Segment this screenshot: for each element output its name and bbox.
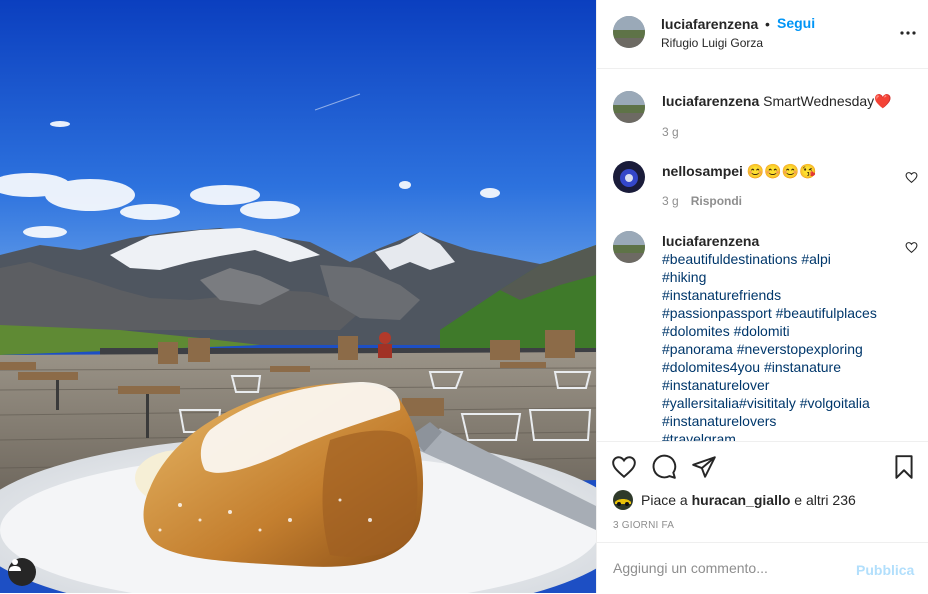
more-dots-icon[interactable]: [899, 24, 917, 42]
hashtag-line[interactable]: #beautifuldestinations #alpi: [662, 250, 904, 268]
comment-avatar[interactable]: [613, 231, 645, 263]
comment-time[interactable]: 3 g: [662, 194, 679, 208]
hashtag-line[interactable]: #instanaturefriends: [662, 286, 904, 304]
comment-item: nellosampei 😊😊😊😘 3 g Rispondi: [597, 161, 928, 211]
comment-time[interactable]: 3 g: [662, 125, 679, 139]
hashtag-line[interactable]: #yallersitalia#visititaly #volgoitalia: [662, 394, 904, 412]
comment-text: luciafarenzena SmartWednesday❤️: [662, 92, 902, 110]
bookmark-icon[interactable]: [891, 454, 917, 480]
hashtag-line[interactable]: #travelgram: [662, 430, 904, 441]
heart-icon[interactable]: [611, 454, 637, 480]
comment-heart-icon[interactable]: [905, 171, 918, 184]
likes-summary: Piace a huracan_giallo e altri 236: [613, 489, 856, 511]
comment-username[interactable]: nellosampei: [662, 163, 743, 179]
comment-input[interactable]: [613, 560, 843, 576]
hashtag-line[interactable]: #passionpassport #beautifulplaces: [662, 304, 904, 322]
user-icon: [9, 559, 21, 571]
comment-username[interactable]: luciafarenzena: [662, 93, 759, 109]
post-photo[interactable]: [0, 0, 596, 593]
user-tag-button[interactable]: [8, 558, 36, 586]
comments-list[interactable]: luciafarenzena SmartWednesday❤️ 3 g nell: [597, 69, 928, 441]
comment-body: SmartWednesday: [763, 93, 875, 109]
comment-text: luciafarenzena #beautifuldestinations #a…: [662, 232, 904, 441]
post-footer: Piace a huracan_giallo e altri 236 3 GIO…: [597, 441, 928, 593]
comment-heart-icon[interactable]: [905, 241, 918, 254]
comment-body: 😊😊😊😘: [746, 163, 817, 179]
hashtag-line[interactable]: #dolomites4you #instanature: [662, 358, 904, 376]
comment-bubble-icon[interactable]: [651, 454, 677, 480]
publish-button[interactable]: Pubblica: [856, 562, 914, 578]
likes-suffix[interactable]: e altri 236: [794, 492, 855, 508]
likes-text: Piace a huracan_giallo e altri 236: [641, 492, 856, 508]
comment-meta: 3 g Rispondi: [662, 194, 742, 208]
hashtag-line[interactable]: #panorama #neverstopexploring: [662, 340, 904, 358]
likes-prefix: Piace a: [641, 492, 688, 508]
hashtag-line[interactable]: #hiking: [662, 268, 904, 286]
comment-username[interactable]: luciafarenzena: [662, 233, 759, 249]
paper-plane-icon[interactable]: [691, 454, 717, 480]
post-side-panel: luciafarenzena • Segui Rifugio Luigi Gor…: [596, 0, 928, 593]
photo-scene: [0, 0, 596, 593]
follow-button[interactable]: Segui: [777, 15, 815, 31]
instagram-post: luciafarenzena • Segui Rifugio Luigi Gor…: [0, 0, 928, 593]
add-comment-bar: Pubblica: [597, 542, 928, 594]
reply-button[interactable]: Rispondi: [691, 194, 742, 208]
post-timestamp[interactable]: 3 GIORNI FA: [613, 520, 674, 531]
comment-text: nellosampei 😊😊😊😘: [662, 162, 902, 180]
comment-avatar[interactable]: [613, 91, 645, 123]
hashtag-line[interactable]: #instanaturelover: [662, 376, 904, 394]
red-heart-emoji: ❤️: [874, 93, 892, 109]
post-header: luciafarenzena • Segui Rifugio Luigi Gor…: [597, 0, 928, 69]
comment-meta: 3 g: [662, 125, 679, 139]
post-location[interactable]: Rifugio Luigi Gorza: [661, 36, 763, 50]
hashtag-line[interactable]: #dolomites #dolomiti: [662, 322, 904, 340]
hashtags-comment: luciafarenzena #beautifuldestinations #a…: [597, 231, 928, 441]
liker-username[interactable]: huracan_giallo: [692, 492, 791, 508]
liker-avatar[interactable]: [613, 490, 633, 510]
author-avatar[interactable]: [613, 16, 645, 48]
separator-dot: •: [765, 16, 770, 32]
caption-comment: luciafarenzena SmartWednesday❤️ 3 g: [597, 91, 928, 141]
hashtag-line[interactable]: #instanaturelovers: [662, 412, 904, 430]
author-username[interactable]: luciafarenzena: [661, 16, 758, 32]
comment-avatar[interactable]: [613, 161, 645, 193]
